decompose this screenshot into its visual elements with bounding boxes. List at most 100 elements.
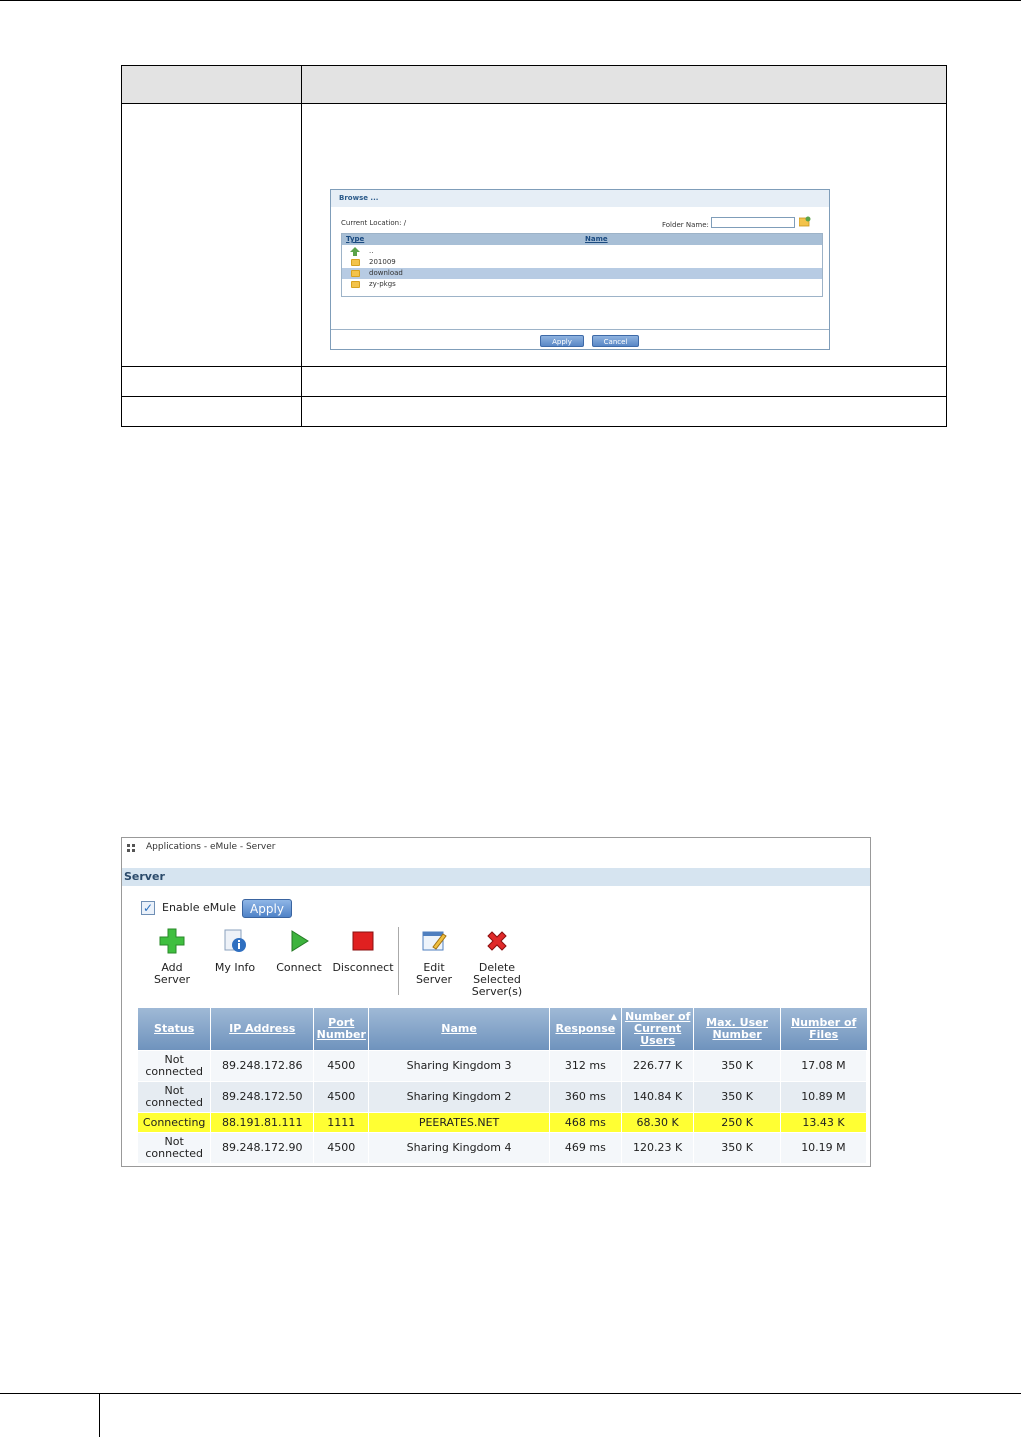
server-table: Status IP Address Port Number Name ▲ Resp… (138, 1008, 868, 1163)
cell-status: Not connected (138, 1132, 212, 1163)
browse-list-header: Type Name (342, 234, 822, 245)
breadcrumb: Applications - eMule - Server (146, 842, 276, 852)
table-header-row: Status IP Address Port Number Name ▲ Resp… (138, 1008, 867, 1051)
column-name[interactable]: Name (368, 1008, 550, 1051)
folder-icon (351, 270, 360, 277)
apply-button[interactable]: Apply (540, 335, 584, 347)
doc-table-header (122, 66, 946, 104)
list-item-label: .. (369, 247, 374, 255)
doc-table-row-rule (122, 366, 946, 367)
applications-grid-icon (127, 844, 135, 852)
delete-server-label: Delete Selected Server(s) (471, 961, 523, 998)
browse-footer-rule (331, 329, 829, 330)
cell-name: Sharing Kingdom 2 (368, 1081, 550, 1113)
current-location-label: Current Location: / (341, 219, 407, 227)
delete-server-button[interactable]: Delete Selected Server(s) (462, 928, 532, 998)
section-header: Server (122, 868, 870, 886)
sort-asc-icon: ▲ (610, 1012, 617, 1021)
cell-status: Connecting (138, 1112, 212, 1133)
cell-files: 10.19 M (780, 1132, 868, 1163)
disconnect-button[interactable]: Disconnect (330, 928, 396, 974)
cell-ip: 89.248.172.86 (210, 1050, 315, 1082)
table-row-highlighted[interactable]: Connecting 88.191.81.111 1111 PEERATES.N… (138, 1112, 868, 1133)
column-response-label: Response (555, 1022, 616, 1035)
plus-icon (159, 928, 185, 954)
cell-status: Not connected (138, 1081, 212, 1113)
apply-button[interactable]: Apply (242, 899, 292, 918)
page-top-rule (0, 0, 1021, 1)
cancel-button[interactable]: Cancel (592, 335, 639, 347)
column-port-number[interactable]: Port Number (313, 1008, 370, 1051)
table-row[interactable]: Not connected 89.248.172.90 4500 Sharing… (138, 1132, 868, 1163)
browse-file-list: Type Name .. 201009 download zy-pkgs (341, 233, 823, 297)
my-info-label: My Info (214, 961, 256, 974)
cell-current-users: 120.23 K (621, 1132, 695, 1163)
cell-current-users: 140.84 K (621, 1081, 695, 1113)
enable-emule-checkbox[interactable]: ✓ (141, 901, 155, 915)
doc-table-divider (301, 66, 302, 426)
folder-icon (351, 259, 360, 266)
column-response[interactable]: ▲ Response (549, 1008, 623, 1051)
toolbar-separator (398, 927, 399, 995)
column-ip-address[interactable]: IP Address (210, 1008, 315, 1051)
parent-folder-icon (350, 247, 360, 256)
my-info-button[interactable]: My Info (210, 928, 260, 974)
list-item-label: 201009 (369, 258, 396, 266)
cell-ip: 88.191.81.111 (210, 1112, 315, 1133)
cell-port: 1111 (313, 1112, 370, 1133)
cell-response: 312 ms (549, 1050, 623, 1082)
folder-icon (351, 281, 360, 288)
folder-name-input[interactable] (711, 217, 795, 228)
list-item[interactable]: zy-pkgs (342, 279, 822, 290)
list-item-label: download (369, 269, 403, 277)
cell-port: 4500 (313, 1132, 370, 1163)
edit-server-button[interactable]: Edit Server (406, 928, 462, 986)
cell-files: 13.43 K (780, 1112, 868, 1133)
cell-files: 17.08 M (780, 1050, 868, 1082)
cell-current-users: 68.30 K (621, 1112, 695, 1133)
add-server-button[interactable]: Add Server (144, 928, 200, 986)
list-item[interactable]: download (342, 268, 822, 279)
play-icon (291, 930, 309, 952)
cell-max-users: 250 K (693, 1112, 781, 1133)
cell-status: Not connected (138, 1050, 212, 1082)
edit-icon (422, 931, 447, 951)
column-max-users[interactable]: Max. User Number (693, 1008, 781, 1051)
cell-files: 10.89 M (780, 1081, 868, 1113)
cell-port: 4500 (313, 1050, 370, 1082)
cell-port: 4500 (313, 1081, 370, 1113)
cell-max-users: 350 K (693, 1132, 781, 1163)
column-name[interactable]: Name (585, 235, 608, 243)
column-status[interactable]: Status (138, 1008, 212, 1051)
cell-response: 469 ms (549, 1132, 623, 1163)
delete-x-icon (487, 931, 507, 951)
table-row[interactable]: Not connected 89.248.172.86 4500 Sharing… (138, 1050, 868, 1082)
list-item[interactable]: 201009 (342, 257, 822, 268)
list-item-label: zy-pkgs (369, 280, 396, 288)
column-type[interactable]: Type (346, 235, 364, 243)
emule-server-panel: Applications - eMule - Server Server ✓ E… (121, 837, 871, 1167)
info-document-icon (224, 929, 246, 952)
column-number-of-files[interactable]: Number of Files (780, 1008, 867, 1051)
table-row[interactable]: Not connected 89.248.172.50 4500 Sharing… (138, 1081, 868, 1113)
column-current-users[interactable]: Number of Current Users (621, 1008, 695, 1051)
footer-rule (0, 1393, 1021, 1394)
list-item[interactable]: .. (342, 246, 822, 257)
doc-table-row-rule (122, 396, 946, 397)
stop-icon (352, 931, 374, 951)
cell-ip: 89.248.172.50 (210, 1081, 315, 1113)
cell-max-users: 350 K (693, 1050, 781, 1082)
folder-name-label: Folder Name: (662, 221, 709, 229)
cell-max-users: 350 K (693, 1081, 781, 1113)
connect-button[interactable]: Connect (272, 928, 326, 974)
new-folder-icon[interactable] (799, 216, 811, 227)
enable-emule-label: Enable eMule (162, 901, 237, 914)
browse-dialog: Browse ... Current Location: / Folder Na… (330, 189, 830, 350)
cell-current-users: 226.77 K (621, 1050, 695, 1082)
connect-label: Connect (276, 961, 322, 974)
cell-name: Sharing Kingdom 3 (368, 1050, 550, 1082)
cell-response: 468 ms (549, 1112, 623, 1133)
cell-ip: 89.248.172.90 (210, 1132, 315, 1163)
cell-name: PEERATES.NET (368, 1112, 550, 1133)
browse-dialog-title: Browse ... (331, 190, 829, 207)
